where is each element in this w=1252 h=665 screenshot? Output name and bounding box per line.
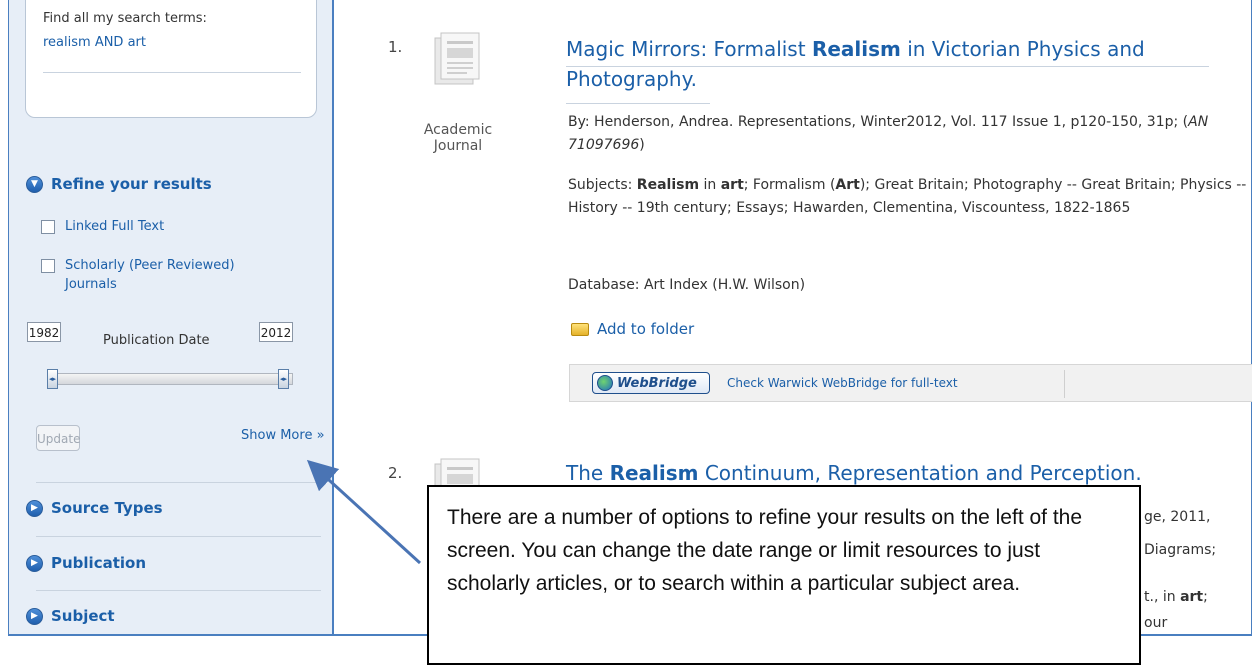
folder-icon (571, 322, 589, 336)
divider (1064, 370, 1065, 398)
chevron-down-icon: ▼ (26, 175, 43, 193)
webbridge-bar: WebBridge Check Warwick WebBridge for fu… (569, 364, 1252, 402)
result-type-label: Academic Journal (423, 122, 493, 154)
divider (36, 536, 321, 537)
search-terms-label: Find all my search terms: (43, 11, 207, 26)
limiter-scholarly-journals[interactable]: Scholarly (Peer Reviewed) Journals (41, 258, 281, 294)
publication-date-label: Publication Date (103, 333, 210, 348)
academic-journal-icon[interactable] (432, 30, 482, 86)
chevron-right-icon: ▶ (26, 607, 43, 625)
chevron-right-icon: ▶ (26, 499, 43, 517)
result-title-link[interactable]: Magic Mirrors: Formalist Realism in Vict… (566, 34, 1226, 94)
result-partial-text: our (1144, 615, 1168, 631)
slider-handle-to[interactable]: ◂▸ (278, 369, 289, 389)
result-number: 2. (388, 464, 403, 482)
facet-label: Publication (51, 554, 147, 572)
facet-label: Subject (51, 607, 115, 625)
update-button[interactable]: Update (36, 425, 80, 451)
result-partial-text: t., in art; (1144, 589, 1208, 605)
webbridge-logo-text: WebBridge (617, 375, 697, 391)
facet-source-types[interactable]: ▶ Source Types (26, 499, 163, 517)
limiter-label: Scholarly (Peer Reviewed) Journals (65, 258, 235, 292)
title-underline (566, 66, 1209, 67)
result-partial-text: Diagrams; (1144, 542, 1217, 558)
divider (36, 482, 321, 483)
refine-results-label: Refine your results (51, 175, 212, 193)
show-more-link[interactable]: Show More » (241, 428, 325, 443)
webbridge-button[interactable]: WebBridge (592, 372, 710, 394)
webbridge-link[interactable]: Check Warwick WebBridge for full-text (727, 376, 958, 390)
annotation-callout: There are a number of options to refine … (427, 485, 1141, 665)
slider-handle-from[interactable]: ◂▸ (47, 369, 58, 389)
result-title-link[interactable]: The Realism Continuum, Representation an… (566, 458, 1246, 488)
chevron-right-icon: ▶ (26, 554, 43, 572)
scholarly-journals-checkbox[interactable] (41, 259, 55, 273)
refine-results-heading[interactable]: ▼ Refine your results (26, 175, 212, 193)
result-subjects: Subjects: Realism in art; Formalism (Art… (568, 177, 1247, 216)
limiter-linked-full-text[interactable]: Linked Full Text (41, 219, 164, 234)
result-number: 1. (388, 38, 403, 56)
date-range-slider[interactable] (55, 373, 293, 385)
result-partial-text: ge, 2011, (1144, 509, 1211, 525)
sidebar: Find all my search terms: realism AND ar… (9, 0, 334, 634)
facet-label: Source Types (51, 499, 163, 517)
search-terms-box: Find all my search terms: realism AND ar… (25, 0, 317, 118)
divider (36, 590, 321, 591)
linked-full-text-checkbox[interactable] (41, 220, 55, 234)
add-to-folder-label: Add to folder (597, 320, 695, 338)
limiter-label: Linked Full Text (65, 219, 165, 234)
result-byline: By: Henderson, Andrea. Representations, … (568, 114, 1209, 153)
date-from-input[interactable]: 1982 (27, 322, 61, 342)
divider (43, 72, 301, 73)
date-to-input[interactable]: 2012 (259, 322, 293, 342)
facet-subject[interactable]: ▶ Subject (26, 607, 115, 625)
title-underline (566, 103, 710, 104)
globe-icon (597, 375, 613, 391)
search-terms-link[interactable]: realism AND art (43, 35, 146, 50)
facet-publication[interactable]: ▶ Publication (26, 554, 146, 572)
add-to-folder-link[interactable]: Add to folder (571, 320, 694, 338)
result-database: Database: Art Index (H.W. Wilson) (568, 277, 806, 293)
